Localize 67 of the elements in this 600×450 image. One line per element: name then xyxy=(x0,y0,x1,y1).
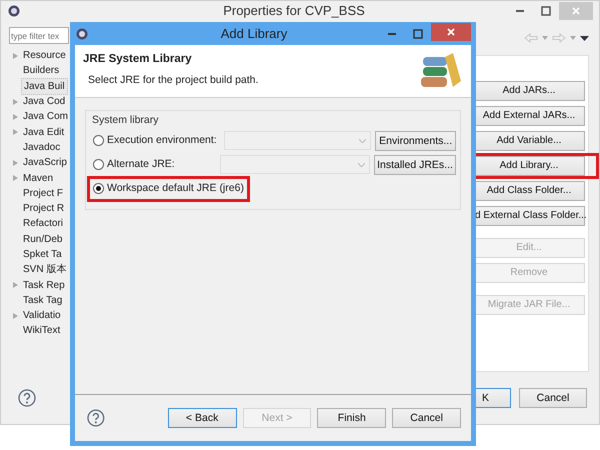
expand-icon[interactable] xyxy=(12,312,18,319)
radio-option[interactable]: Alternate JRE: xyxy=(87,152,181,178)
combo-box[interactable] xyxy=(224,131,372,150)
minimize-icon xyxy=(388,32,396,34)
maximize-icon xyxy=(541,6,551,16)
expand-icon[interactable] xyxy=(12,282,18,288)
tree-item[interactable]: Resource xyxy=(21,48,68,64)
combo-box[interactable] xyxy=(220,155,370,174)
app-icon xyxy=(75,26,89,40)
dialog-title: Add Library xyxy=(220,24,288,43)
tree-item[interactable]: Java Com xyxy=(21,109,70,124)
dropdown-icon[interactable] xyxy=(542,36,548,40)
tree-item[interactable]: Refactori xyxy=(21,216,66,232)
dialog-button[interactable]: < Back xyxy=(168,408,237,428)
expand-icon[interactable] xyxy=(12,52,18,59)
help-icon[interactable] xyxy=(18,389,36,407)
app-icon xyxy=(7,4,21,18)
forward-arrow-icon[interactable] xyxy=(552,33,566,43)
dialog-heading: JRE System Library xyxy=(83,52,193,67)
tree-item[interactable]: Project F xyxy=(21,186,66,201)
tree-item[interactable]: WikiText xyxy=(21,323,62,338)
view-menu-icon[interactable] xyxy=(580,36,589,40)
dialog-button[interactable]: Cancel xyxy=(392,408,462,428)
tree-item[interactable]: Java Cod xyxy=(21,94,68,110)
cancel-button[interactable]: Cancel xyxy=(519,388,587,408)
dropdown-icon xyxy=(358,162,365,167)
option-button[interactable]: Environments... xyxy=(375,130,456,151)
back-arrow-icon[interactable] xyxy=(524,33,538,43)
tree-item[interactable]: Java Edit xyxy=(21,124,66,140)
expand-icon[interactable] xyxy=(12,129,18,136)
radio-option[interactable]: Execution environment: xyxy=(87,128,223,154)
dropdown-icon xyxy=(359,138,366,143)
side-button[interactable]: Add External JARs... xyxy=(473,106,585,126)
close-icon xyxy=(571,6,581,16)
expand-icon[interactable] xyxy=(12,98,18,105)
help-icon[interactable] xyxy=(87,409,105,427)
tree-item[interactable]: Spket Ta xyxy=(21,247,64,262)
tree-item[interactable]: Maven xyxy=(21,170,56,186)
radio-option[interactable]: Workspace default JRE (jre6) xyxy=(87,176,250,202)
side-button[interactable]: Add Variable... xyxy=(473,131,585,151)
dialog-button[interactable]: Finish xyxy=(317,408,386,428)
expand-icon[interactable] xyxy=(12,175,18,182)
side-button[interactable]: Add JARs... xyxy=(473,81,585,101)
expand-icon[interactable] xyxy=(12,160,18,166)
filter-field[interactable]: type filter tex xyxy=(9,27,69,44)
expand-icon[interactable] xyxy=(12,114,18,120)
tree-item[interactable]: JavaScrip xyxy=(21,155,69,170)
tree-item[interactable]: Task Tag xyxy=(21,292,64,308)
dialog-description: Select JRE for the project build path. xyxy=(88,73,260,88)
tree-item[interactable]: Builders xyxy=(21,63,62,78)
option-button[interactable]: Installed JREs... xyxy=(374,154,456,175)
tree-item[interactable]: Java Buil xyxy=(21,78,68,95)
tree-item[interactable]: Project R xyxy=(21,201,66,216)
maximize-icon xyxy=(413,28,423,38)
tree-item[interactable]: Validatio xyxy=(21,308,63,324)
close-button[interactable] xyxy=(431,22,471,40)
dropdown-icon[interactable] xyxy=(570,36,576,40)
side-button[interactable]: Add Library... xyxy=(473,156,585,176)
tree-item[interactable]: Task Rep xyxy=(21,278,67,293)
side-button[interactable]: Add Class Folder... xyxy=(473,181,585,201)
window-title: Properties for CVP_BSS xyxy=(222,2,366,20)
minimize-icon xyxy=(516,10,524,12)
group-title: System library xyxy=(91,113,160,128)
close-icon xyxy=(446,26,456,36)
tree-item[interactable]: Javadoc xyxy=(21,140,62,155)
tree-item[interactable]: Run/Deb xyxy=(21,232,64,247)
tree-item[interactable]: SVN 版本 xyxy=(21,262,68,278)
